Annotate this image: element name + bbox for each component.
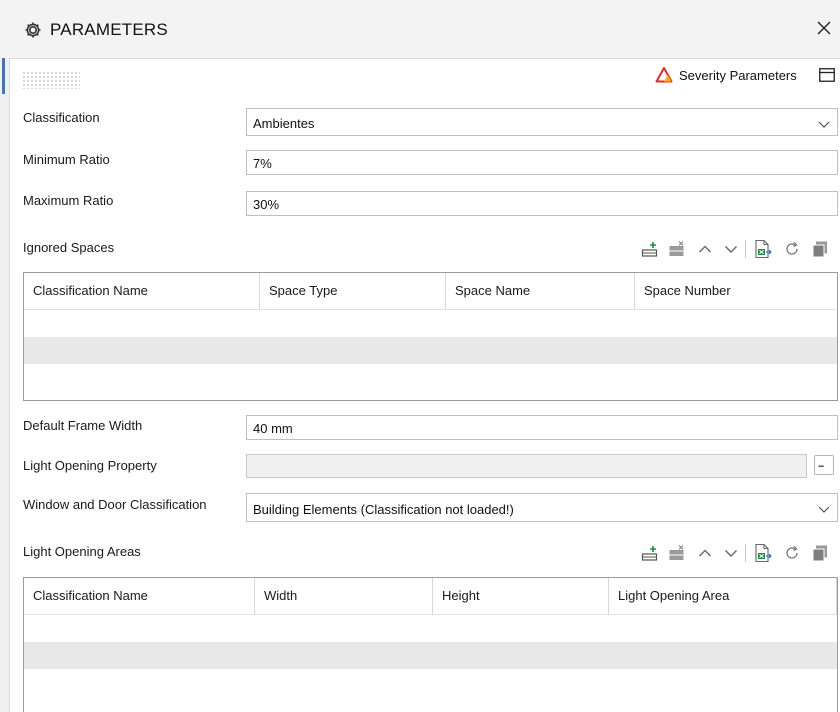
table-row[interactable] <box>24 642 837 669</box>
panel-toggle-icon[interactable] <box>819 68 835 82</box>
severity-parameters-link[interactable]: Severity Parameters <box>679 68 797 83</box>
table-row[interactable] <box>24 310 837 337</box>
default-frame-width-value: 40 mm <box>253 421 293 436</box>
dock-indicator <box>2 58 5 94</box>
ignored-spaces-grid[interactable]: Classification Name Space Type Space Nam… <box>23 272 838 401</box>
default-frame-width-input[interactable]: 40 mm <box>246 415 838 440</box>
export-excel-icon[interactable] <box>754 239 772 259</box>
column-header-space-type[interactable]: Space Type <box>260 273 446 309</box>
light-opening-property-label: Light Opening Property <box>23 458 157 473</box>
column-header-classification-name[interactable]: Classification Name <box>24 273 260 309</box>
chevron-down-icon <box>818 506 830 513</box>
maximum-ratio-input[interactable]: 30% <box>246 191 838 216</box>
browse-button[interactable]: ... <box>814 455 834 475</box>
close-icon <box>817 21 831 35</box>
move-down-icon[interactable] <box>723 545 739 561</box>
minimum-ratio-input[interactable]: 7% <box>246 150 838 175</box>
light-opening-property-input[interactable] <box>246 454 807 478</box>
refresh-icon[interactable] <box>784 241 800 257</box>
column-header-space-number[interactable]: Space Number <box>635 273 837 309</box>
copy-icon[interactable] <box>811 240 829 258</box>
move-up-icon[interactable] <box>697 241 713 257</box>
light-opening-areas-grid[interactable]: Classification Name Width Height Light O… <box>23 577 838 712</box>
close-button[interactable] <box>814 16 834 40</box>
minimum-ratio-label: Minimum Ratio <box>23 152 110 167</box>
window-door-classification-label: Window and Door Classification <box>23 497 207 512</box>
grid-header: Classification Name Space Type Space Nam… <box>24 273 837 310</box>
table-row[interactable] <box>24 669 837 696</box>
maximum-ratio-value: 30% <box>253 197 280 212</box>
column-header-width[interactable]: Width <box>255 578 433 614</box>
add-row-icon[interactable] <box>641 240 659 258</box>
light-opening-areas-label: Light Opening Areas <box>23 544 141 559</box>
column-header-classification-name[interactable]: Classification Name <box>24 578 255 614</box>
column-header-space-name[interactable]: Space Name <box>446 273 635 309</box>
default-frame-width-label: Default Frame Width <box>23 418 143 433</box>
window-door-classification-value: Building Elements (Classification not lo… <box>253 502 514 517</box>
add-row-icon[interactable] <box>641 544 659 562</box>
copy-icon[interactable] <box>811 544 829 562</box>
table-row[interactable] <box>24 615 837 642</box>
move-down-icon[interactable] <box>723 241 739 257</box>
maximum-ratio-label: Maximum Ratio <box>23 193 114 208</box>
grid-header: Classification Name Width Height Light O… <box>24 578 837 615</box>
ellipsis-icon: ... <box>818 459 824 470</box>
minimum-ratio-value: 7% <box>253 156 272 171</box>
window-door-classification-select[interactable]: Building Elements (Classification not lo… <box>246 493 838 522</box>
drag-handle[interactable] <box>22 71 80 89</box>
classification-select[interactable]: Ambientes <box>246 108 838 136</box>
move-up-icon[interactable] <box>697 545 713 561</box>
column-header-light-opening-area[interactable]: Light Opening Area <box>609 578 837 614</box>
table-row[interactable] <box>24 364 837 391</box>
window-title: PARAMETERS <box>50 20 168 39</box>
light-opening-areas-toolbar <box>641 542 837 564</box>
column-header-height[interactable]: Height <box>433 578 609 614</box>
gear-icon <box>25 22 41 38</box>
toolbar-divider <box>745 544 746 562</box>
refresh-icon[interactable] <box>784 545 800 561</box>
table-row[interactable] <box>24 337 837 364</box>
left-dock-edge <box>0 58 10 712</box>
toolbar-divider <box>745 240 746 258</box>
classification-value: Ambientes <box>253 116 315 131</box>
ignored-spaces-toolbar <box>641 238 837 260</box>
ignored-spaces-label: Ignored Spaces <box>23 240 115 255</box>
warning-triangle-icon <box>655 67 673 83</box>
chevron-down-icon <box>818 121 830 128</box>
export-excel-icon[interactable] <box>754 543 772 563</box>
classification-label: Classification <box>23 110 100 125</box>
delete-row-icon[interactable] <box>668 544 686 562</box>
delete-row-icon[interactable] <box>668 240 686 258</box>
